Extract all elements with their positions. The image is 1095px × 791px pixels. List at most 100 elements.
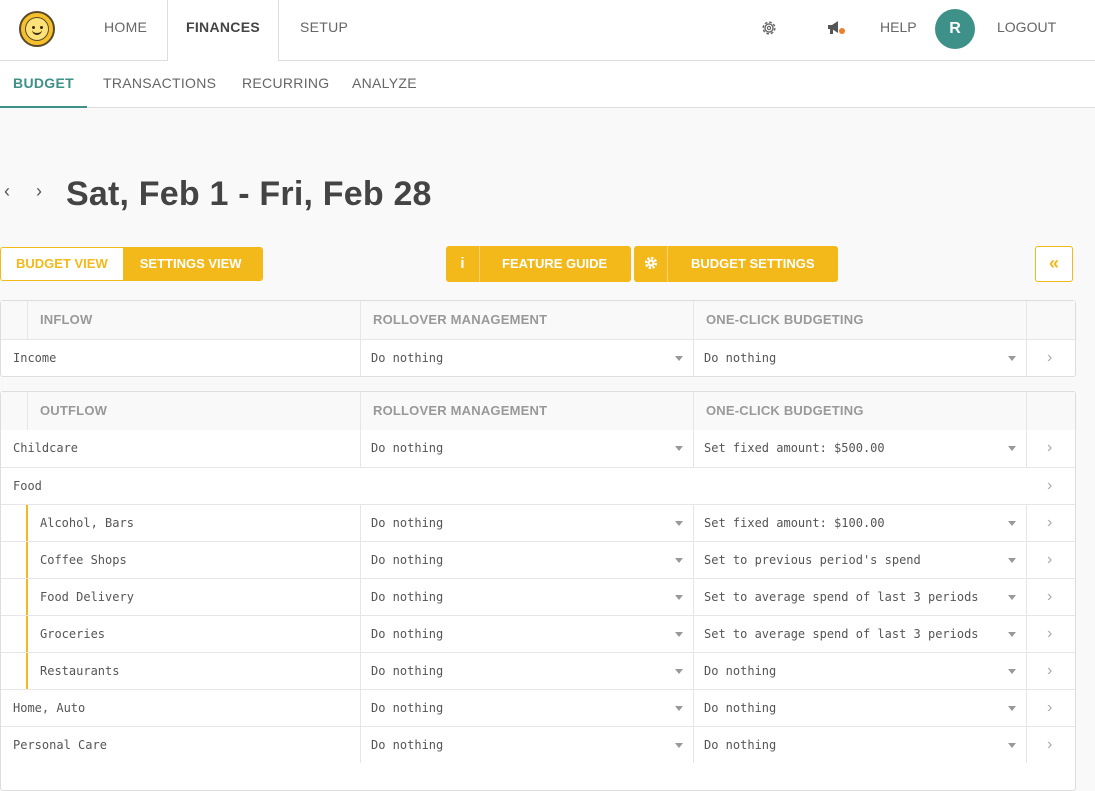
settings-view-button[interactable]: SETTINGS VIEW (122, 248, 262, 280)
budgeting-value: Set fixed amount: $500.00 (704, 441, 885, 455)
budgeting-value: Do nothing (704, 701, 777, 715)
column-header: ROLLOVER MANAGEMENT (360, 301, 693, 339)
column-header: INFLOW (40, 312, 93, 327)
chevron-right-icon[interactable]: › (1047, 616, 1052, 651)
chevron-right-icon[interactable]: › (1047, 542, 1052, 577)
column-header: OUTFLOW (40, 403, 108, 418)
chevron-right-icon[interactable]: › (1047, 653, 1052, 688)
budgeting-value: Do nothing (704, 664, 777, 678)
budgeting-select[interactable]: Do nothing (693, 690, 1026, 726)
table-row: Childcare Do nothing Set fixed amount: $50… (1, 430, 1075, 467)
budgeting-select[interactable]: Set to average spend of last 3 periods (693, 579, 1026, 615)
group-indent-bar (26, 653, 28, 689)
dropdown-caret-icon (675, 446, 683, 451)
top-nav: HOME FINANCES SETUP HELP R LOGOUT (0, 0, 1095, 62)
group-indent-bar (26, 579, 28, 615)
dropdown-caret-icon (1008, 446, 1016, 451)
subnav-tab-budget[interactable]: BUDGET (0, 61, 87, 108)
nav-tab-home[interactable]: HOME (104, 0, 147, 61)
rollover-value: Do nothing (371, 701, 444, 715)
gear-icon[interactable] (760, 19, 778, 37)
next-period-icon[interactable]: › (36, 182, 46, 200)
budget-settings-button[interactable]: BUDGET SETTINGS (634, 246, 838, 282)
category-name: Coffee Shops (40, 553, 127, 567)
subnav-tab-analyze[interactable]: ANALYZE (352, 61, 417, 108)
rollover-value: Do nothing (371, 553, 444, 567)
nav-tab-setup[interactable]: SETUP (300, 0, 348, 61)
budgeting-select[interactable]: Set fixed amount: $100.00 (693, 505, 1026, 541)
category-name: Groceries (40, 627, 106, 641)
dropdown-caret-icon (675, 706, 683, 711)
chevron-right-icon[interactable]: › (1047, 430, 1052, 465)
category-name: Childcare (13, 441, 79, 455)
feature-guide-button[interactable]: i FEATURE GUIDE (446, 246, 631, 282)
dropdown-caret-icon (675, 743, 683, 748)
view-toggle: BUDGET VIEW SETTINGS VIEW (0, 247, 263, 281)
dropdown-caret-icon (1008, 669, 1016, 674)
budgeting-select[interactable]: Do nothing (693, 727, 1026, 763)
chevron-right-icon[interactable]: › (1047, 690, 1052, 725)
rollover-value: Do nothing (371, 627, 444, 641)
budgeting-value: Do nothing (704, 738, 777, 752)
feature-guide-label: FEATURE GUIDE (502, 256, 608, 271)
dropdown-caret-icon (1008, 521, 1016, 526)
dropdown-caret-icon (675, 595, 683, 600)
logout-link[interactable]: LOGOUT (997, 0, 1056, 55)
chevron-right-icon[interactable]: › (1047, 468, 1052, 503)
table-row: Groceries Do nothing Set to average spend … (1, 615, 1075, 652)
table-row: Restaurants Do nothing Do nothing › (1, 652, 1075, 689)
budgeting-select[interactable]: Set to previous period's spend (693, 542, 1026, 578)
dropdown-caret-icon (675, 356, 683, 361)
category-name: Alcohol, Bars (40, 516, 134, 530)
budgeting-value: Do nothing (704, 351, 777, 365)
column-header: ONE-CLICK BUDGETING (693, 301, 1026, 339)
dropdown-caret-icon (1008, 558, 1016, 563)
rollover-select[interactable]: Do nothing (360, 616, 693, 652)
chevron-right-icon[interactable]: › (1047, 505, 1052, 540)
help-link[interactable]: HELP (880, 0, 917, 55)
rollover-select[interactable]: Do nothing (360, 579, 693, 615)
dropdown-caret-icon (1008, 632, 1016, 637)
rollover-select[interactable]: Do nothing (360, 727, 693, 763)
table-row: Personal Care Do nothing Do nothing › (1, 726, 1075, 763)
megaphone-icon[interactable] (826, 19, 846, 37)
budgeting-value: Set to previous period's spend (704, 553, 921, 567)
budgeting-select[interactable]: Do nothing (693, 340, 1026, 376)
subnav-tab-recurring[interactable]: RECURRING (242, 61, 329, 108)
budgeting-select[interactable]: Set to average spend of last 3 periods (693, 616, 1026, 652)
chevron-right-icon[interactable]: › (1047, 579, 1052, 614)
table-row: Food Delivery Do nothing Set to average sp… (1, 578, 1075, 615)
rollover-select[interactable]: Do nothing (360, 542, 693, 578)
rollover-value: Do nothing (371, 590, 444, 604)
page-title: Sat, Feb 1 - Fri, Feb 28 (66, 175, 432, 213)
rollover-select[interactable]: Do nothing (360, 340, 693, 376)
app-logo[interactable] (19, 11, 55, 47)
budget-view-button[interactable]: BUDGET VIEW (1, 248, 123, 280)
budgeting-select[interactable]: Set fixed amount: $500.00 (693, 430, 1026, 467)
avatar[interactable]: R (935, 9, 975, 49)
rollover-select[interactable]: Do nothing (360, 653, 693, 689)
dropdown-caret-icon (675, 669, 683, 674)
info-icon: i (446, 246, 480, 282)
rollover-select[interactable]: Do nothing (360, 505, 693, 541)
column-header: ONE-CLICK BUDGETING (693, 392, 1026, 430)
rollover-select[interactable]: Do nothing (360, 430, 693, 467)
rollover-value: Do nothing (371, 516, 444, 530)
budgeting-value: Set fixed amount: $100.00 (704, 516, 885, 530)
category-name: Income (13, 351, 57, 365)
group-indent-bar (26, 505, 28, 541)
budgeting-select[interactable]: Do nothing (693, 653, 1026, 689)
dropdown-caret-icon (675, 558, 683, 563)
rollover-select[interactable]: Do nothing (360, 690, 693, 726)
nav-tab-finances[interactable]: FINANCES (167, 0, 279, 62)
chevron-right-icon[interactable]: › (1047, 727, 1052, 762)
dropdown-caret-icon (675, 632, 683, 637)
chevron-right-icon[interactable]: › (1047, 340, 1052, 375)
prev-period-icon[interactable]: ‹ (4, 182, 14, 200)
subnav-tab-transactions[interactable]: TRANSACTIONS (103, 61, 216, 108)
collapse-panel-button[interactable]: « (1035, 246, 1073, 282)
outflow-table: OUTFLOW ROLLOVER MANAGEMENT ONE-CLICK BU… (0, 391, 1076, 791)
table-row: Coffee Shops Do nothing Set to previous pe… (1, 541, 1075, 578)
dropdown-caret-icon (675, 521, 683, 526)
group-indent-bar (26, 616, 28, 652)
